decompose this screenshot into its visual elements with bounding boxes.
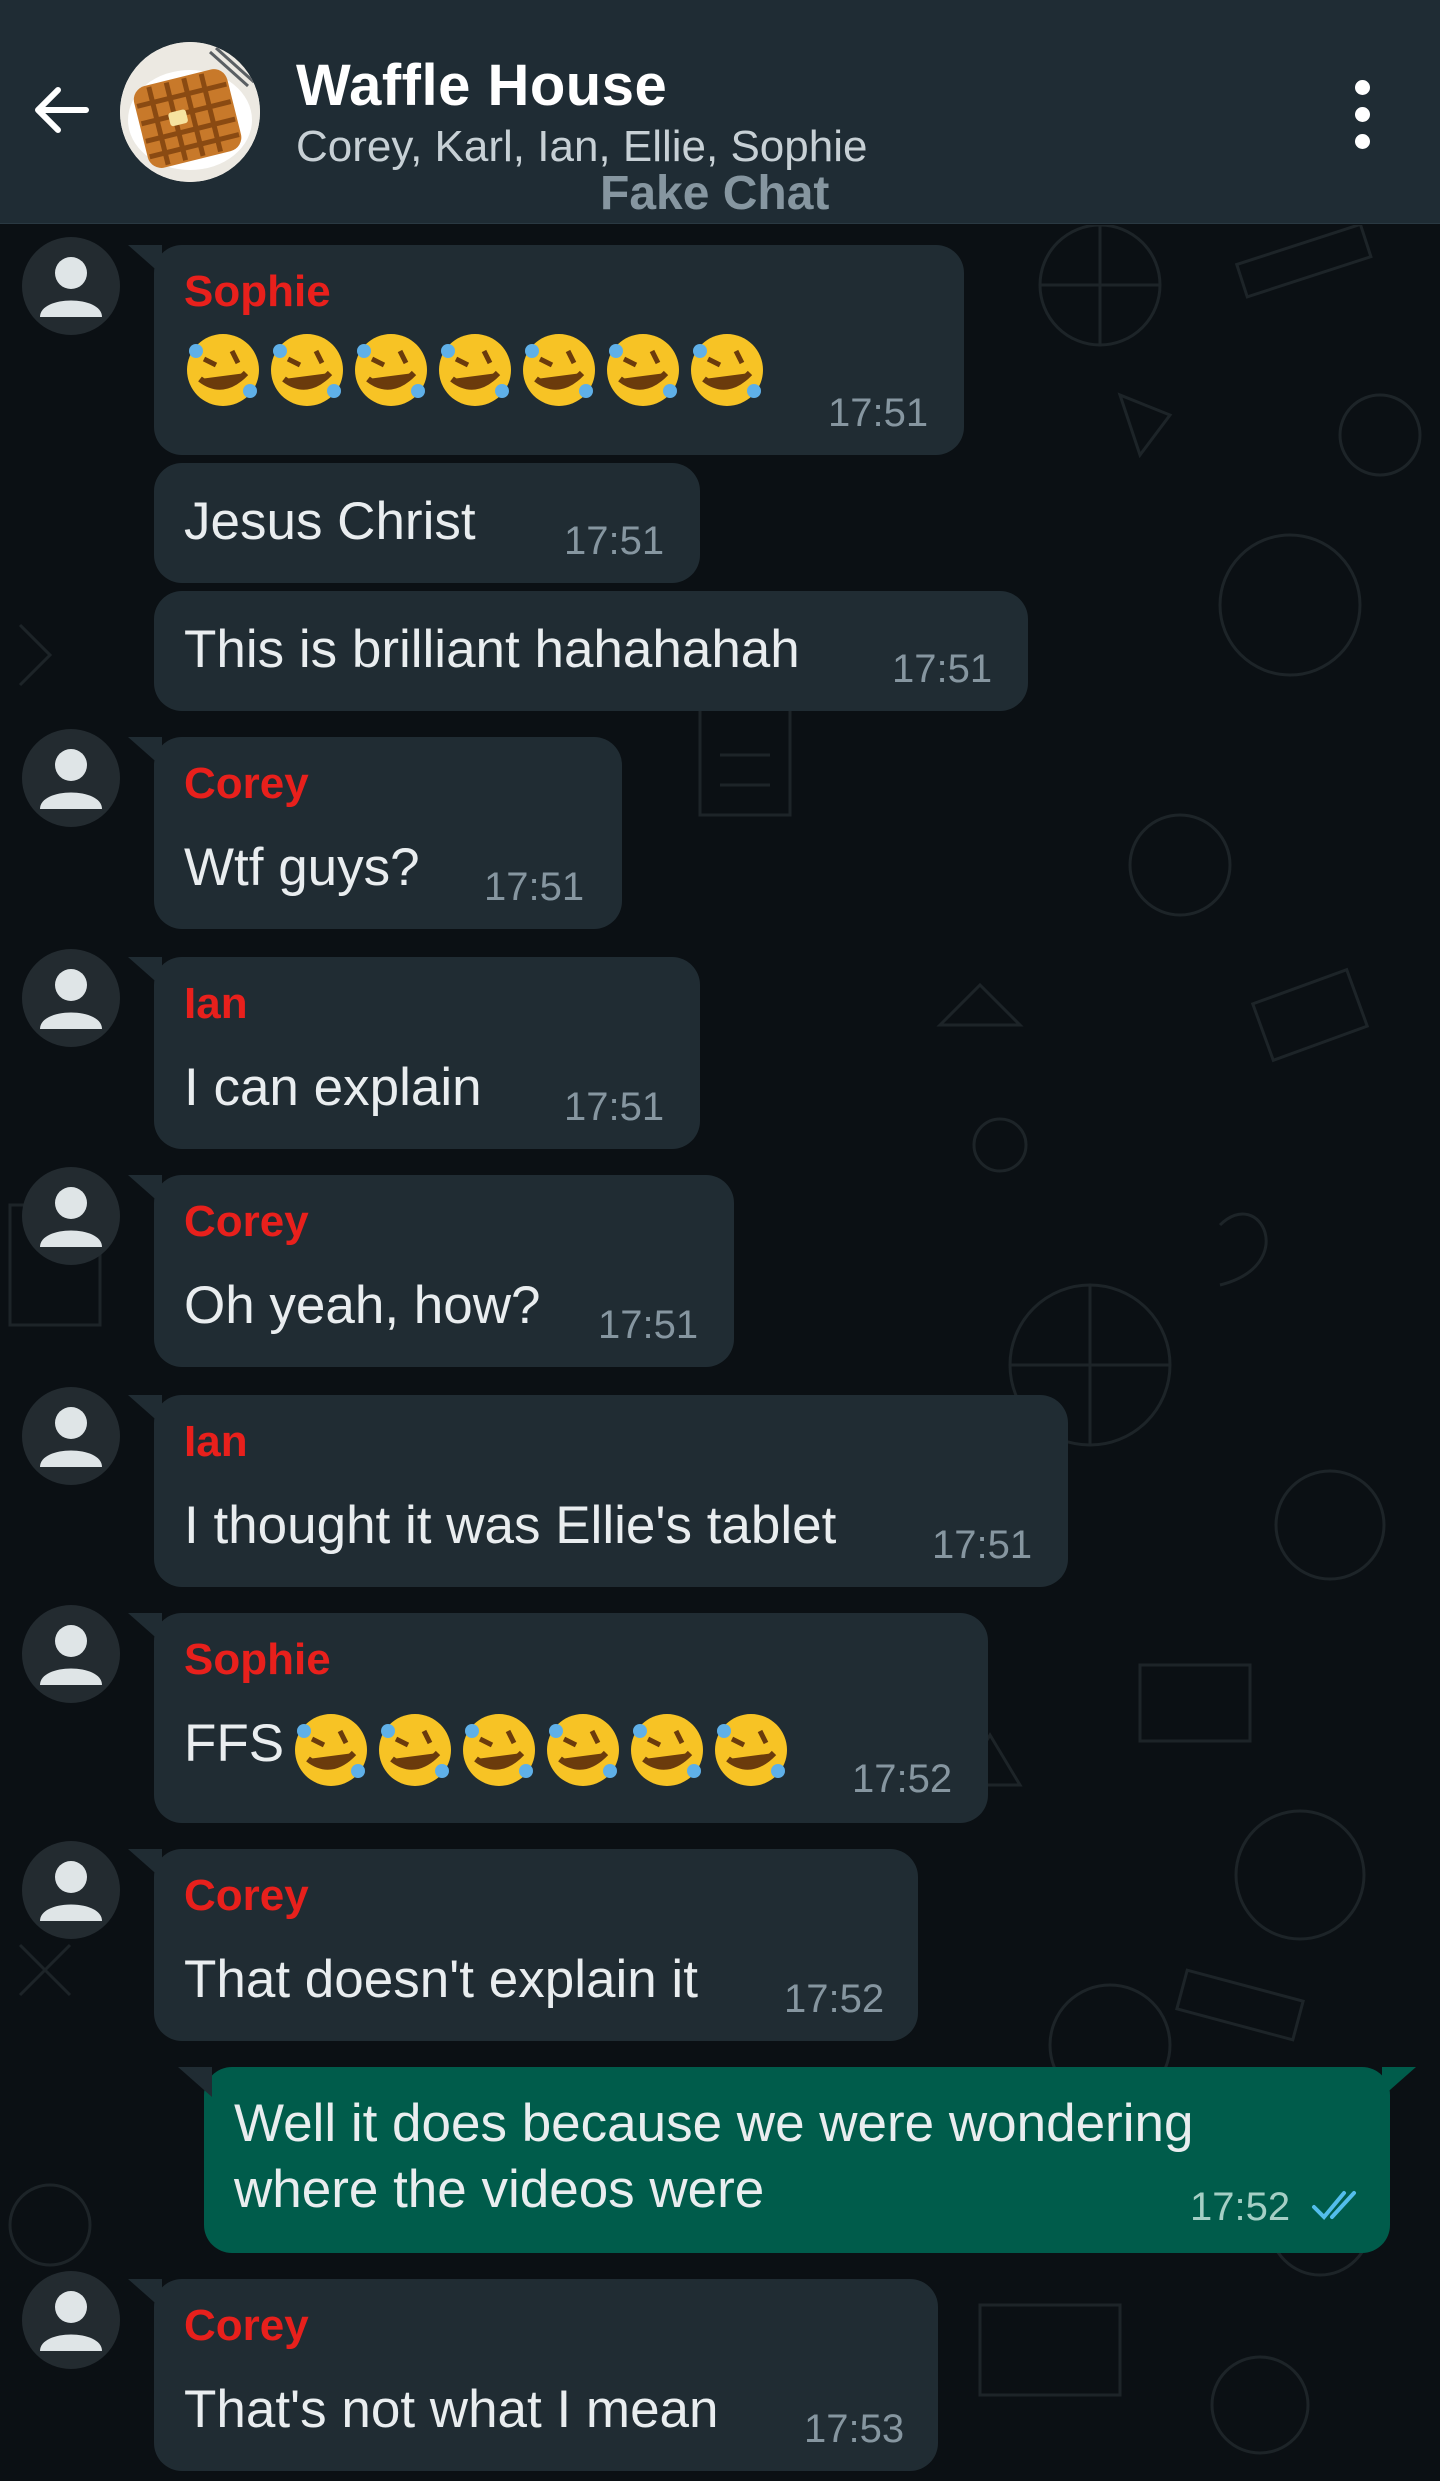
rofl-emoji-icon [187, 334, 259, 406]
fake-chat-watermark: Fake Chat [600, 167, 830, 220]
rofl-emoji-icon [523, 334, 595, 406]
chat-header: Waffle House Corey, Karl, Ian, Ellie, So… [0, 0, 1440, 224]
emoji-row [182, 329, 768, 411]
sender-name: Sophie [184, 267, 331, 316]
sender-name: Corey [184, 2301, 309, 2350]
incoming-message[interactable]: Ian I can explain 17:51 [128, 957, 700, 1149]
rofl-emoji-icon [439, 334, 511, 406]
rofl-emoji-icon [463, 1714, 535, 1786]
message-text: Wtf guys? [184, 838, 420, 897]
message-text: This is brilliant hahahahah [184, 620, 800, 679]
incoming-message[interactable]: Corey Wtf guys? 17:51 [128, 737, 622, 929]
message-text: That's not what I mean [184, 2380, 719, 2439]
rofl-emoji-icon [355, 334, 427, 406]
message-time: 17:51 [564, 1085, 665, 1129]
rofl-emoji-icon [547, 1714, 619, 1786]
rofl-emoji-icon [691, 334, 763, 406]
default-user-icon [40, 257, 102, 317]
message-time: 17:51 [932, 1523, 1033, 1567]
incoming-message[interactable]: Sophie 17:51 [128, 245, 964, 455]
message-text-line-2: where the videos were [234, 2160, 765, 2219]
message-time: 17:51 [892, 647, 993, 691]
chat-participants[interactable]: Corey, Karl, Ian, Ellie, Sophie [296, 122, 867, 172]
outgoing-message[interactable]: Well it does because we were wondering w… [178, 2067, 1416, 2253]
message-time: 17:51 [484, 865, 585, 909]
incoming-message[interactable]: Ian I thought it was Ellie's tablet 17:5… [128, 1395, 1068, 1587]
sender-name: Corey [184, 759, 309, 808]
sender-name: Corey [184, 1197, 309, 1246]
sender-name: Ian [184, 979, 248, 1028]
incoming-message[interactable]: Sophie FFS 17:52 [128, 1613, 988, 1823]
default-user-icon [40, 1861, 102, 1921]
rofl-emoji-icon [607, 334, 679, 406]
message-time: 17:52 [784, 1977, 885, 2021]
default-user-icon [40, 1625, 102, 1685]
rofl-emoji-icon [715, 1714, 787, 1786]
message-text: FFS [184, 1714, 285, 1773]
read-double-check-icon [1312, 2191, 1356, 2220]
rofl-emoji-icon [631, 1714, 703, 1786]
default-user-icon [40, 1407, 102, 1467]
arrow-left-icon[interactable] [28, 78, 92, 142]
default-user-icon [40, 969, 102, 1029]
chat-title[interactable]: Waffle House [296, 52, 667, 119]
message-time: 17:51 [828, 391, 929, 435]
default-user-icon [40, 1187, 102, 1247]
group-avatar[interactable] [120, 42, 260, 182]
message-text-line-1: Well it does because we were wondering [234, 2094, 1194, 2153]
message-time: 17:52 [1190, 2185, 1291, 2229]
sender-avatar[interactable] [22, 729, 120, 827]
incoming-message[interactable]: Corey That doesn't explain it 17:52 [128, 1849, 918, 2041]
sender-name: Corey [184, 1871, 309, 1920]
sender-avatar[interactable] [22, 1605, 120, 1703]
message-time: 17:51 [564, 519, 665, 563]
sender-avatar[interactable] [22, 237, 120, 335]
message-list[interactable]: Sophie 17:51 Jesus Christ 17:51 This is … [0, 225, 1440, 2481]
more-vertical-icon[interactable] [1340, 80, 1384, 150]
message-text: I thought it was Ellie's tablet [184, 1496, 837, 1555]
message-text: Oh yeah, how? [184, 1276, 541, 1335]
incoming-message[interactable]: Corey That's not what I mean 17:53 [128, 2279, 938, 2471]
emoji-row [290, 1709, 792, 1791]
default-user-icon [40, 749, 102, 809]
incoming-message[interactable]: This is brilliant hahahahah 17:51 [154, 591, 1028, 711]
sender-avatar[interactable] [22, 1841, 120, 1939]
sender-name: Sophie [184, 1635, 331, 1684]
message-time: 17:52 [852, 1757, 953, 1801]
rofl-emoji-icon [379, 1714, 451, 1786]
message-time: 17:53 [804, 2407, 905, 2451]
sender-avatar[interactable] [22, 1167, 120, 1265]
rofl-emoji-icon [295, 1714, 367, 1786]
waffle-photo-icon [120, 42, 260, 182]
incoming-message[interactable]: Corey Oh yeah, how? 17:51 [128, 1175, 734, 1367]
default-user-icon [40, 2291, 102, 2351]
sender-name: Ian [184, 1417, 248, 1466]
message-text: That doesn't explain it [184, 1950, 698, 2009]
rofl-emoji-icon [271, 334, 343, 406]
incoming-message[interactable]: Jesus Christ 17:51 [154, 463, 700, 583]
message-time: 17:51 [598, 1303, 699, 1347]
sender-avatar[interactable] [22, 1387, 120, 1485]
sender-avatar[interactable] [22, 949, 120, 1047]
sender-avatar[interactable] [22, 2271, 120, 2369]
message-text: Jesus Christ [184, 492, 476, 551]
message-text: I can explain [184, 1058, 482, 1117]
